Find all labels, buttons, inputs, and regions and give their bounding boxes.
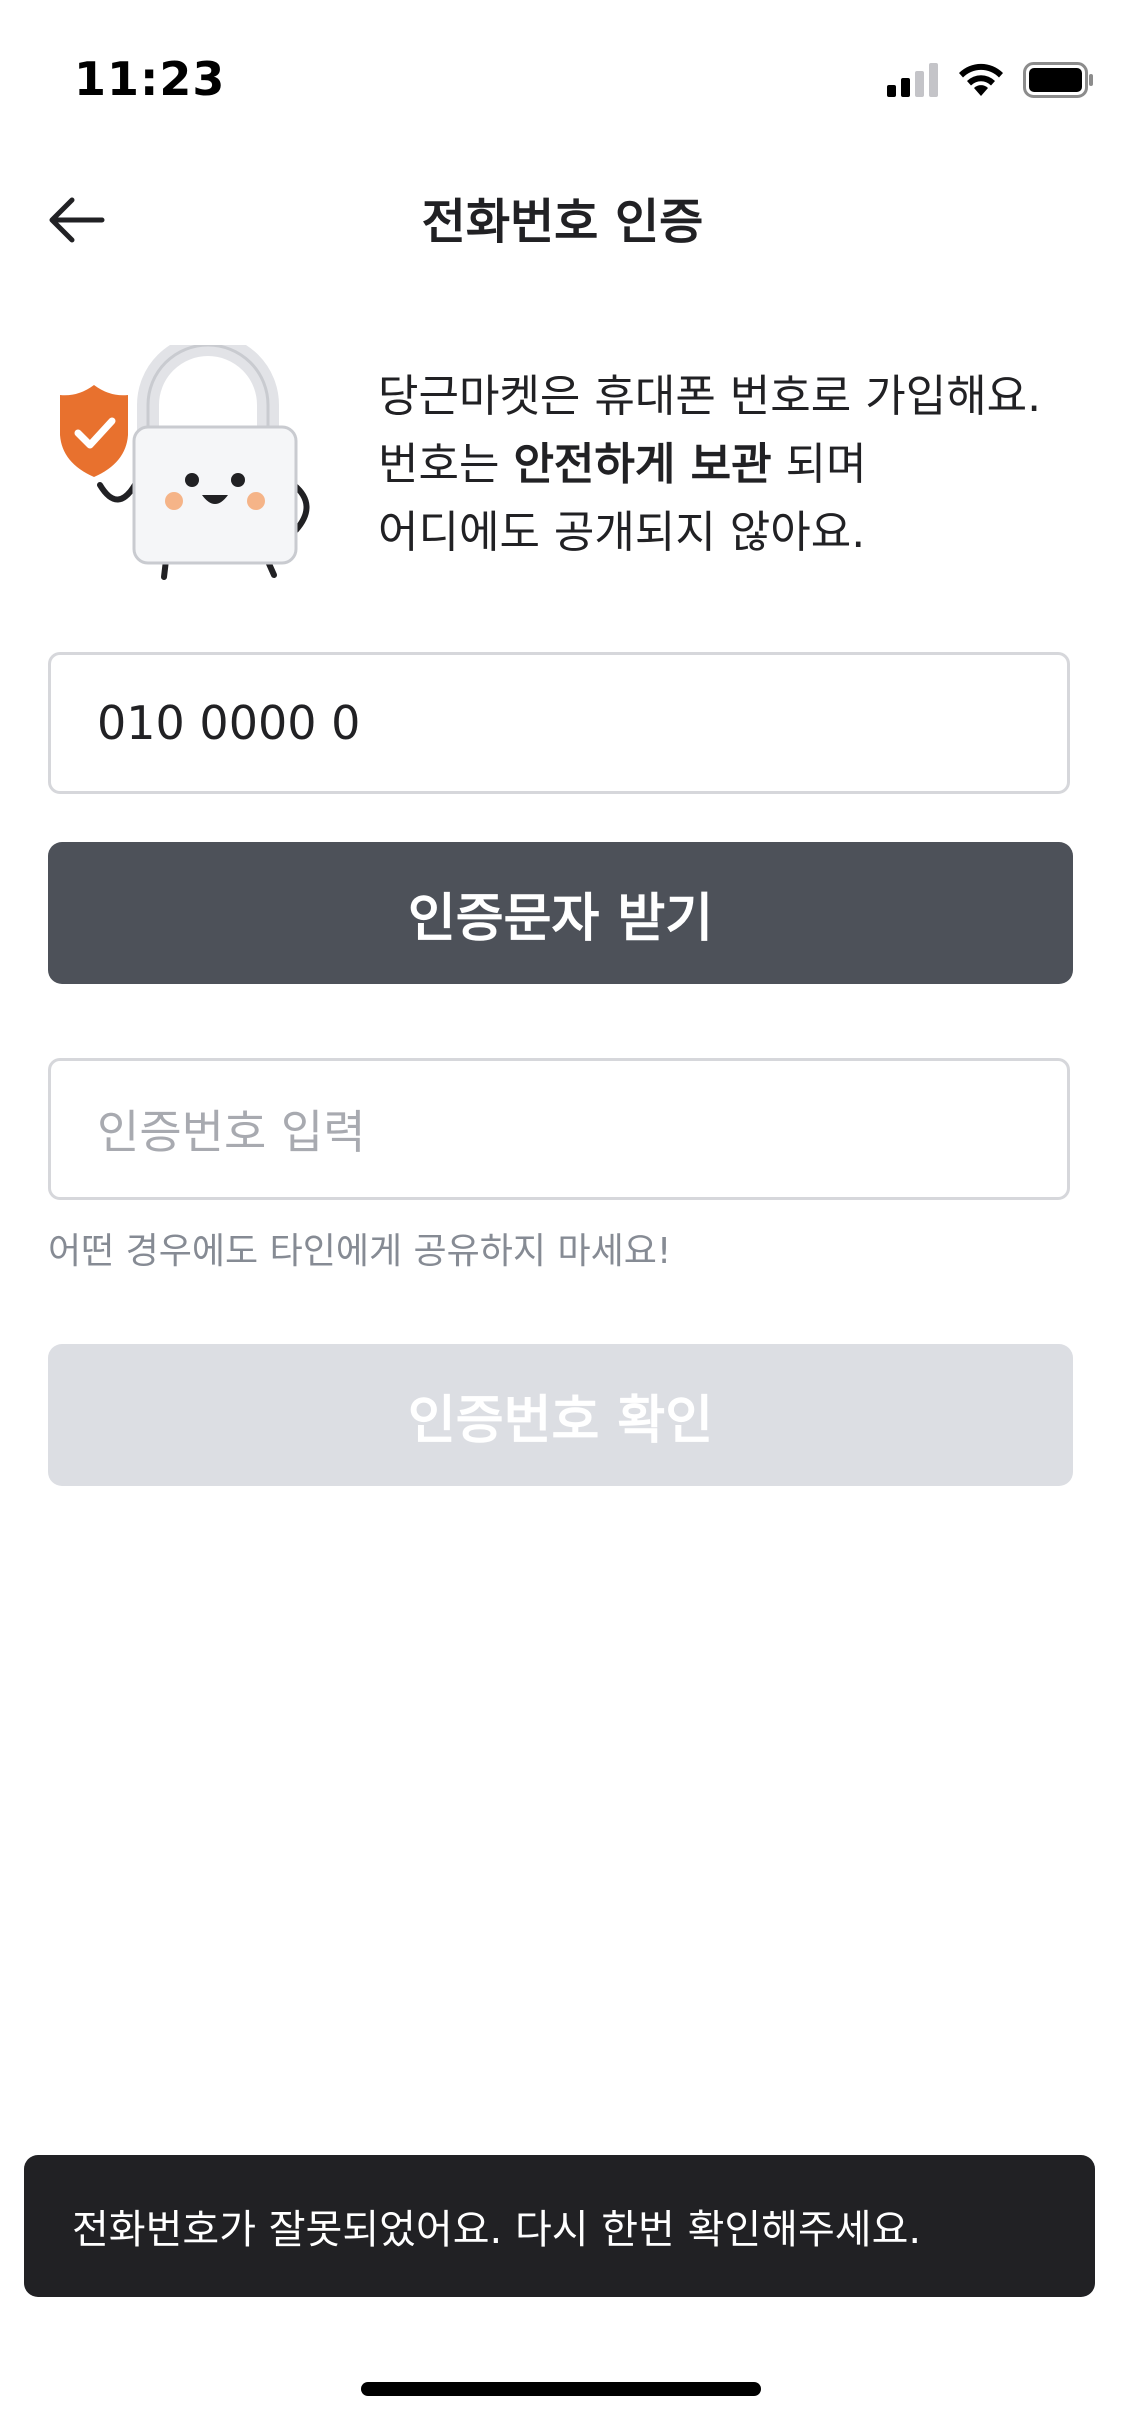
phone-verification-screen: 11:23 전화번호 인증 당근마켓은 휴대폰 번호로 가입해요. 번호는 안전… — [0, 0, 1125, 2436]
security-hint: 어떤 경우에도 타인에게 공유하지 마세요! — [48, 1231, 672, 1272]
verification-code-input[interactable]: 인증번호 입력 — [48, 1058, 1070, 1200]
home-indicator[interactable] — [361, 2382, 761, 2396]
verification-code-placeholder: 인증번호 입력 — [97, 1105, 366, 1159]
status-icons — [887, 60, 1095, 100]
intro-line-2-prefix: 번호는 — [378, 439, 514, 490]
intro-line-1: 당근마켓은 휴대폰 번호로 가입해요. — [378, 371, 1042, 422]
intro-section: 당근마켓은 휴대폰 번호로 가입해요. 번호는 안전하게 보관 되며 어디에도 … — [48, 345, 1088, 595]
intro-line-3: 어디에도 공개되지 않아요. — [378, 507, 866, 558]
nav-bar: 전화번호 인증 — [0, 160, 1125, 270]
status-bar: 11:23 — [0, 0, 1125, 150]
intro-text: 당근마켓은 휴대폰 번호로 가입해요. 번호는 안전하게 보관 되며 어디에도 … — [378, 363, 1041, 567]
intro-line-2: 번호는 안전하게 보관 되며 — [378, 431, 1041, 499]
phone-number-value: 010 0000 0 — [97, 696, 361, 750]
wifi-icon — [959, 63, 1003, 96]
battery-icon — [1023, 62, 1093, 98]
intro-line-2-suffix: 되며 — [771, 439, 867, 490]
error-toast: 전화번호가 잘못되었어요. 다시 한번 확인해주세요. — [24, 2155, 1095, 2297]
intro-line-2-bold: 안전하게 보관 — [513, 439, 772, 490]
lock-mascot-icon — [60, 345, 310, 580]
send-verification-button[interactable]: 인증문자 받기 — [48, 842, 1073, 984]
confirm-code-button[interactable]: 인증번호 확인 — [48, 1344, 1073, 1486]
status-time: 11:23 — [74, 52, 226, 106]
page-title: 전화번호 인증 — [421, 194, 704, 250]
toast-message: 전화번호가 잘못되었어요. 다시 한번 확인해주세요. — [72, 2207, 922, 2253]
phone-number-input[interactable]: 010 0000 0 — [48, 652, 1070, 794]
cellular-signal-icon — [887, 63, 938, 97]
